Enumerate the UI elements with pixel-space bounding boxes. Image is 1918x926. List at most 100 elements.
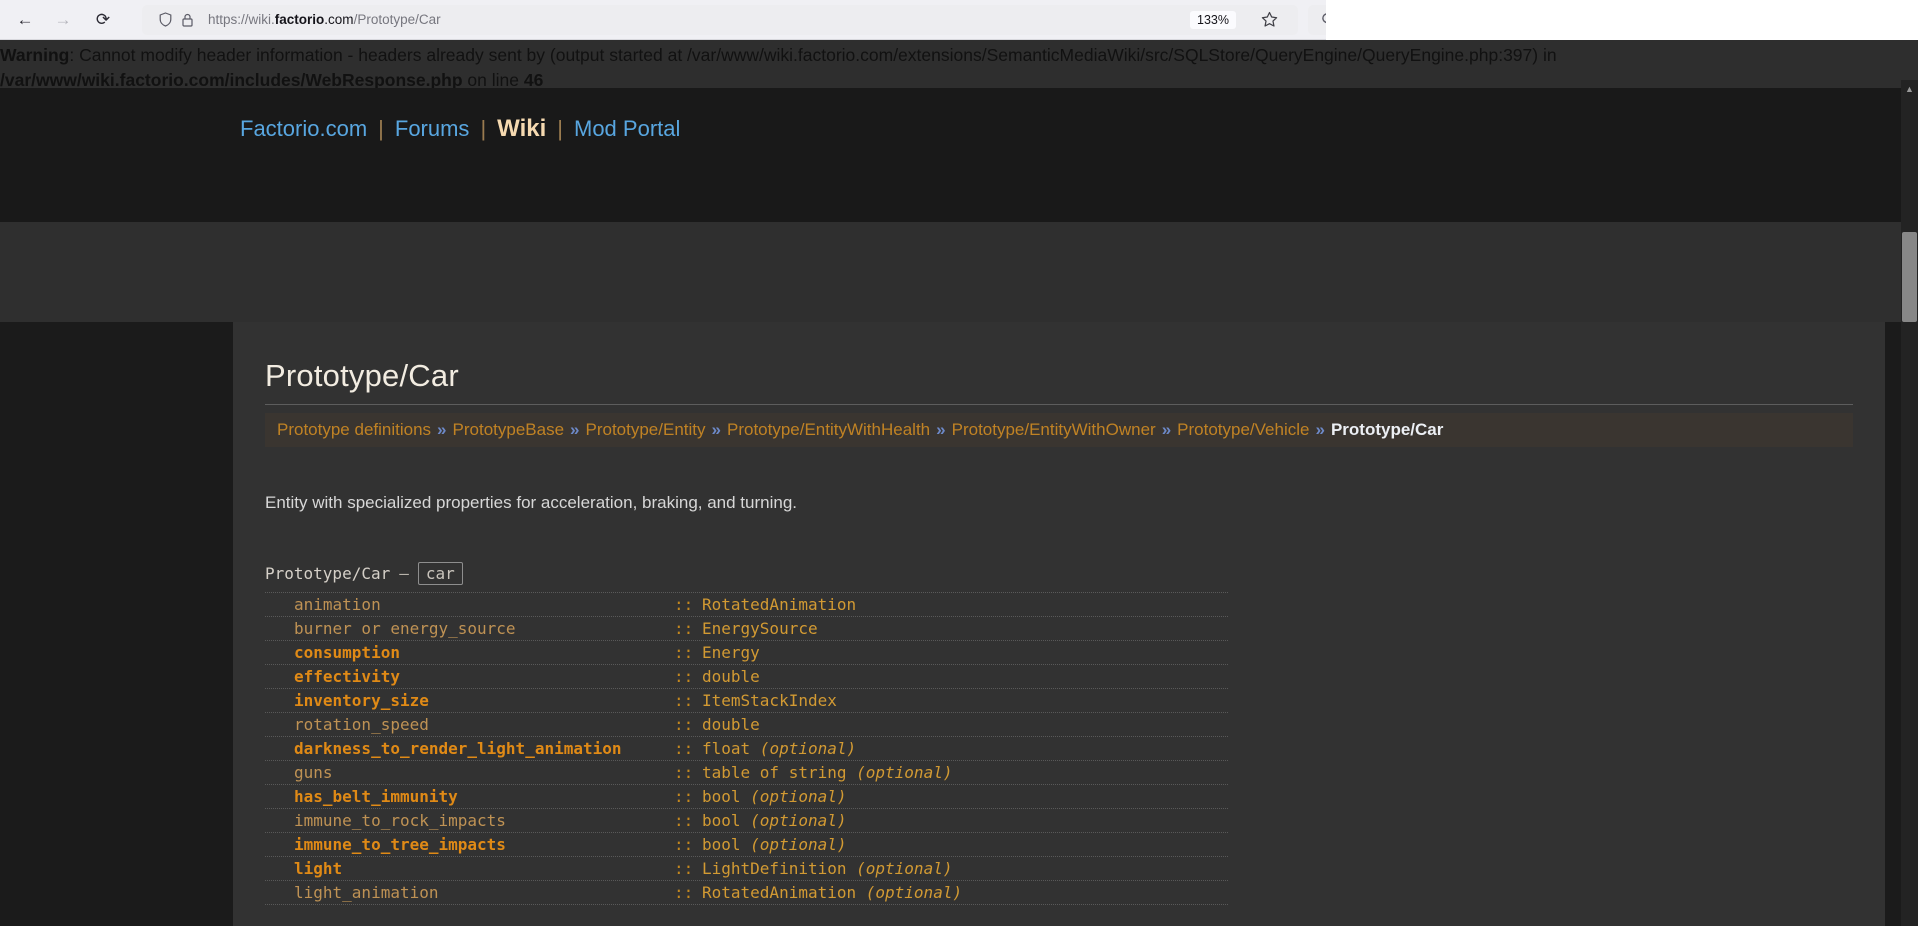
property-colons: ::	[674, 811, 694, 830]
breadcrumb-item[interactable]: Prototype/Entity	[586, 420, 706, 439]
reload-icon[interactable]: ⟳	[86, 3, 120, 37]
back-icon[interactable]: ←	[8, 3, 42, 37]
article-container: Prototype/Car Prototype definitions» Prot…	[233, 322, 1885, 926]
property-row: immune_to_rock_impacts:: bool (optional)	[265, 809, 1228, 833]
scroll-up-icon[interactable]: ▲	[1901, 80, 1918, 97]
url-path: /Prototype/Car	[353, 12, 441, 27]
breadcrumb-item: Prototype/Car	[1330, 420, 1444, 439]
property-name: darkness_to_render_light_animation	[294, 739, 622, 758]
page-viewport: Warning: Cannot modify header informatio…	[0, 40, 1918, 926]
property-colons: ::	[674, 595, 694, 614]
property-row: has_belt_immunity:: bool (optional)	[265, 785, 1228, 809]
warning-line2-path: /var/www/wiki.factorio.com/includes/WebR…	[0, 70, 463, 88]
breadcrumb-item[interactable]: Prototype definitions	[277, 420, 431, 439]
property-colons: ::	[674, 835, 694, 854]
nav-link-mod-portal[interactable]: Mod Portal	[574, 116, 680, 142]
nav-separator: |	[378, 116, 384, 141]
property-type: bool (optional)	[702, 835, 847, 854]
page-scrollbar[interactable]: ▲ ▼	[1901, 80, 1918, 926]
prototype-header: Prototype/Car — car	[265, 562, 1228, 593]
property-row: darkness_to_render_light_animation:: floa…	[265, 737, 1228, 761]
forward-icon: →	[54, 10, 72, 29]
property-optional-tag: (optional)	[750, 739, 857, 758]
breadcrumb-item[interactable]: Prototype/EntityWithHealth	[727, 420, 930, 439]
prototype-name: Prototype/Car	[265, 564, 391, 583]
url-text: https://wiki.factorio.com/Prototype/Car	[208, 12, 441, 27]
shield-icon[interactable]	[154, 9, 176, 31]
property-colons: ::	[674, 691, 694, 710]
breadcrumb-separator: »	[1315, 420, 1325, 439]
property-row: consumption:: Energy	[265, 641, 1228, 665]
nav-separator: |	[480, 116, 487, 141]
warning-line2-tail: on line	[462, 70, 524, 88]
property-name: effectivity	[294, 667, 400, 686]
property-name: rotation_speed	[294, 715, 429, 734]
property-colons: ::	[674, 763, 694, 782]
browser-toolbar: ← → ⟳ https://wiki.factorio.com/Prototyp…	[0, 0, 1918, 40]
property-name: immune_to_rock_impacts	[294, 811, 506, 830]
property-row: light:: LightDefinition (optional)	[265, 857, 1228, 881]
property-colons: ::	[674, 667, 694, 686]
property-optional-tag: (optional)	[846, 859, 953, 878]
property-row: effectivity:: double	[265, 665, 1228, 689]
property-row: immune_to_tree_impacts:: bool (optional)	[265, 833, 1228, 857]
property-name: immune_to_tree_impacts	[294, 835, 506, 854]
content-background	[0, 170, 1918, 322]
bookmark-star-icon[interactable]	[1258, 9, 1280, 31]
scrollbar-thumb[interactable]	[1902, 232, 1917, 322]
intro-paragraph: Entity with specialized properties for a…	[265, 493, 798, 512]
zoom-level-badge[interactable]: 133%	[1190, 10, 1236, 29]
property-name: burner or energy_source	[294, 619, 516, 638]
property-optional-tag: (optional)	[856, 883, 963, 902]
address-bar[interactable]: https://wiki.factorio.com/Prototype/Car …	[142, 4, 1298, 35]
prototype-dash: —	[399, 564, 409, 583]
prototype-definition-block: Prototype/Car — car animation:: RotatedAn…	[265, 562, 1853, 905]
nav-link-factorio-com[interactable]: Factorio.com	[240, 116, 367, 142]
property-name: consumption	[294, 643, 400, 662]
property-optional-tag: (optional)	[740, 787, 847, 806]
warning-line1: : Cannot modify header information - hea…	[69, 45, 1557, 65]
php-warning-banner: Warning: Cannot modify header informatio…	[0, 40, 1918, 88]
lock-icon[interactable]	[176, 9, 198, 31]
property-optional-tag: (optional)	[846, 763, 953, 782]
property-colons: ::	[674, 883, 694, 902]
nav-link-forums[interactable]: Forums	[395, 116, 470, 142]
nav-shadow-strip	[0, 170, 1918, 222]
property-name: inventory_size	[294, 691, 429, 710]
prototype-type-tag: car	[417, 562, 463, 585]
nav-separator: |	[557, 116, 563, 141]
breadcrumb-separator: »	[437, 420, 447, 439]
url-prefix: https://wiki.	[208, 12, 275, 27]
warning-label: Warning	[0, 45, 70, 65]
breadcrumb: Prototype definitions » PrototypeBase » Prot…	[265, 413, 1853, 447]
property-type: table of string (optional)	[702, 763, 953, 782]
property-row: light_animation:: RotatedAnimation (optio…	[265, 881, 1228, 905]
property-list: animation:: RotatedAnimation burner or ene…	[265, 593, 1853, 905]
url-host-bold: factorio	[274, 12, 325, 27]
property-type: float (optional)	[702, 739, 857, 758]
nav-link-wiki[interactable]: Wiki	[497, 115, 546, 143]
property-name: guns	[294, 763, 333, 782]
breadcrumb-item[interactable]: PrototypeBase	[453, 420, 565, 439]
breadcrumb-separator: »	[1161, 420, 1172, 439]
property-name: has_belt_immunity	[294, 787, 458, 806]
site-navigation: Factorio.com | Forums | Wiki | Mod Porta…	[0, 88, 1918, 170]
breadcrumb-separator: »	[570, 420, 580, 439]
breadcrumb-item[interactable]: Prototype/EntityWithOwner	[952, 420, 1156, 439]
property-type: RotatedAnimation	[702, 595, 857, 614]
property-type: bool (optional)	[702, 811, 847, 830]
breadcrumb-item[interactable]: Prototype/Vehicle	[1177, 420, 1309, 439]
property-type: ItemStackIndex	[702, 691, 837, 710]
breadcrumb-separator: »	[711, 420, 721, 439]
property-name: animation	[294, 595, 381, 614]
property-type: Energy	[702, 643, 760, 662]
property-row: animation:: RotatedAnimation	[265, 593, 1228, 617]
property-colons: ::	[674, 619, 694, 638]
property-colons: ::	[674, 715, 694, 734]
property-colons: ::	[674, 859, 694, 878]
breadcrumb-separator: »	[936, 420, 946, 439]
property-row: burner or energy_source:: EnergySource	[265, 617, 1228, 641]
property-type: LightDefinition (optional)	[702, 859, 953, 878]
property-row: rotation_speed:: double	[265, 713, 1228, 737]
property-colons: ::	[674, 787, 694, 806]
